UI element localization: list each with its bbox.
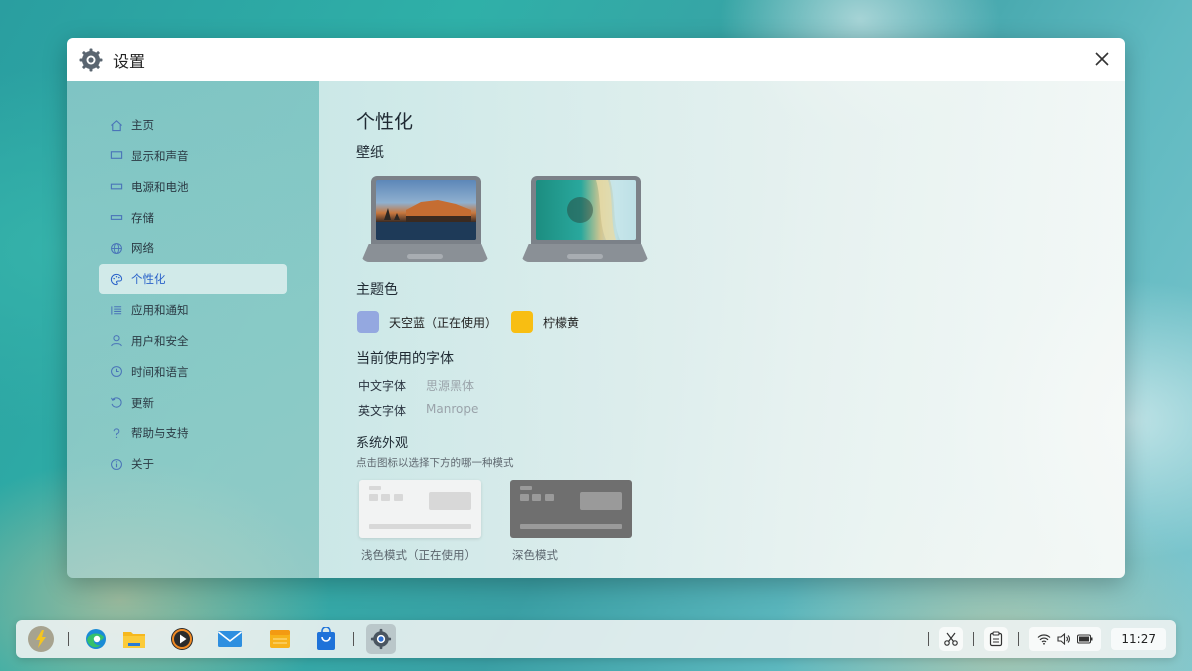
taskbar-notes-button[interactable] xyxy=(265,624,295,654)
dark-mode-option[interactable]: 深色模式 xyxy=(510,480,632,563)
sidebar-item-label: 帮助与支持 xyxy=(131,426,189,441)
wallpaper-thumbnail xyxy=(376,180,476,240)
sidebar-item-update[interactable]: 更新 xyxy=(99,388,287,418)
font-row-chinese: 中文字体 思源黑体 xyxy=(358,377,1125,394)
clipboard-icon xyxy=(990,631,1003,647)
wallpaper-option-ocean-aerial[interactable] xyxy=(521,174,649,266)
wifi-icon xyxy=(1037,634,1051,645)
appearance-hint: 点击图标以选择下方的哪一种模式 xyxy=(356,457,514,469)
notes-icon xyxy=(270,630,290,648)
sidebar-item-label: 存储 xyxy=(131,210,154,225)
mail-icon xyxy=(218,631,242,647)
clock-icon xyxy=(109,365,123,379)
taskbar-media-player-button[interactable] xyxy=(167,624,197,654)
theme-color-list: 天空蓝（正在使用） 柠檬黄 xyxy=(357,311,1125,333)
font-heading: 当前使用的字体 xyxy=(356,351,454,367)
taskbar-mail-button[interactable] xyxy=(215,624,245,654)
shopping-bag-icon xyxy=(317,627,335,650)
taskbar: 11:27 xyxy=(16,620,1176,658)
appearance-mode-list: 浅色模式（正在使用） 深色模式 xyxy=(359,480,1125,563)
close-button[interactable] xyxy=(1091,48,1113,70)
sidebar-item-help-support[interactable]: 帮助与支持 xyxy=(99,418,287,448)
launcher-button[interactable] xyxy=(26,624,56,654)
main-panel: 个性化 壁纸 主题色 天空蓝（正在使用） 柠檬黄 当前使用的字体 中文字体 思源… xyxy=(319,81,1125,578)
launcher-icon xyxy=(28,626,54,652)
sidebar-item-label: 应用和通知 xyxy=(131,303,189,318)
sidebar-item-label: 时间和语言 xyxy=(131,364,189,379)
battery-status-icon xyxy=(1077,634,1093,644)
font-key: 英文字体 xyxy=(358,404,407,418)
sidebar-item-display-sound[interactable]: 显示和声音 xyxy=(99,141,287,171)
sidebar-item-label: 主页 xyxy=(131,118,154,132)
page-title: 个性化 xyxy=(356,111,414,133)
wallpaper-list xyxy=(361,174,1125,266)
volume-icon xyxy=(1057,633,1071,645)
window-title: 设置 xyxy=(113,51,146,71)
user-icon xyxy=(109,334,123,348)
sidebar-item-apps-notifications[interactable]: 应用和通知 xyxy=(99,295,287,325)
taskbar-file-manager-button[interactable] xyxy=(119,624,149,654)
sidebar-item-label: 电源和电池 xyxy=(131,179,189,194)
storage-icon xyxy=(109,211,123,225)
theme-color-heading: 主题色 xyxy=(356,282,398,298)
settings-window: 设置 主页 显示和声音 电源和电池 存储 网络 个性化 应用和通知 用户和安全 … xyxy=(67,38,1125,578)
scissors-icon xyxy=(944,632,959,646)
light-mode-thumbnail xyxy=(359,480,481,538)
taskbar-browser-button[interactable] xyxy=(81,624,111,654)
wallpaper-heading: 壁纸 xyxy=(356,145,384,161)
folder-icon xyxy=(123,632,145,648)
title-bar: 设置 xyxy=(67,38,1125,81)
system-tray[interactable] xyxy=(1029,627,1102,651)
screenshot-tool-button[interactable] xyxy=(939,627,964,651)
light-mode-label: 浅色模式（正在使用） xyxy=(361,548,476,562)
refresh-icon xyxy=(109,396,123,410)
browser-icon xyxy=(86,629,106,649)
light-mode-option[interactable]: 浅色模式（正在使用） xyxy=(359,480,481,563)
list-icon xyxy=(109,303,123,317)
taskbar-app-store-button[interactable] xyxy=(311,624,341,654)
wallpaper-thumbnail xyxy=(536,180,636,240)
appearance-heading: 系统外观 xyxy=(356,436,409,451)
settings-gear-icon xyxy=(79,48,103,71)
close-icon xyxy=(1095,52,1109,66)
font-key: 中文字体 xyxy=(358,379,407,393)
sidebar-item-label: 更新 xyxy=(131,395,154,410)
sidebar-item-label: 网络 xyxy=(131,241,154,256)
sidebar-item-storage[interactable]: 存储 xyxy=(99,203,287,233)
sidebar-item-power-battery[interactable]: 电源和电池 xyxy=(99,172,287,202)
sidebar-item-label: 个性化 xyxy=(131,272,166,287)
sidebar-item-home[interactable]: 主页 xyxy=(99,110,287,140)
palette-icon xyxy=(109,272,123,286)
sidebar-item-label: 关于 xyxy=(131,457,154,472)
sidebar-item-label: 用户和安全 xyxy=(131,333,189,348)
clipboard-button[interactable] xyxy=(984,627,1009,651)
dark-mode-label: 深色模式 xyxy=(512,548,558,562)
sidebar-item-about[interactable]: 关于 xyxy=(99,449,287,479)
theme-label-sky-blue: 天空蓝（正在使用） xyxy=(389,315,498,330)
help-icon xyxy=(109,426,123,440)
sidebar-item-time-language[interactable]: 时间和语言 xyxy=(99,357,287,387)
info-icon xyxy=(109,457,123,471)
monitor-icon xyxy=(109,149,123,163)
home-icon xyxy=(109,118,123,132)
sidebar: 主页 显示和声音 电源和电池 存储 网络 个性化 应用和通知 用户和安全 时间和… xyxy=(67,81,319,578)
taskbar-clock[interactable]: 11:27 xyxy=(1111,628,1166,650)
dark-mode-thumbnail xyxy=(510,480,632,538)
font-value: Manrope xyxy=(426,402,479,416)
sidebar-item-network[interactable]: 网络 xyxy=(99,233,287,263)
globe-icon xyxy=(109,241,123,255)
theme-label-lemon-yellow: 柠檬黄 xyxy=(543,315,580,330)
battery-icon xyxy=(109,180,123,194)
theme-swatch-sky-blue[interactable] xyxy=(357,311,379,333)
font-value: 思源黑体 xyxy=(426,379,475,393)
settings-gear-icon xyxy=(370,628,392,650)
sidebar-item-personalization[interactable]: 个性化 xyxy=(99,264,287,295)
theme-swatch-lemon-yellow[interactable] xyxy=(511,311,534,333)
sidebar-item-label: 显示和声音 xyxy=(131,148,189,163)
taskbar-settings-button[interactable] xyxy=(366,624,396,654)
sidebar-item-users-security[interactable]: 用户和安全 xyxy=(99,326,287,356)
font-row-english: 英文字体 Manrope xyxy=(358,402,1125,419)
media-player-icon xyxy=(171,628,193,650)
wallpaper-option-coast-cliffs[interactable] xyxy=(361,174,489,266)
